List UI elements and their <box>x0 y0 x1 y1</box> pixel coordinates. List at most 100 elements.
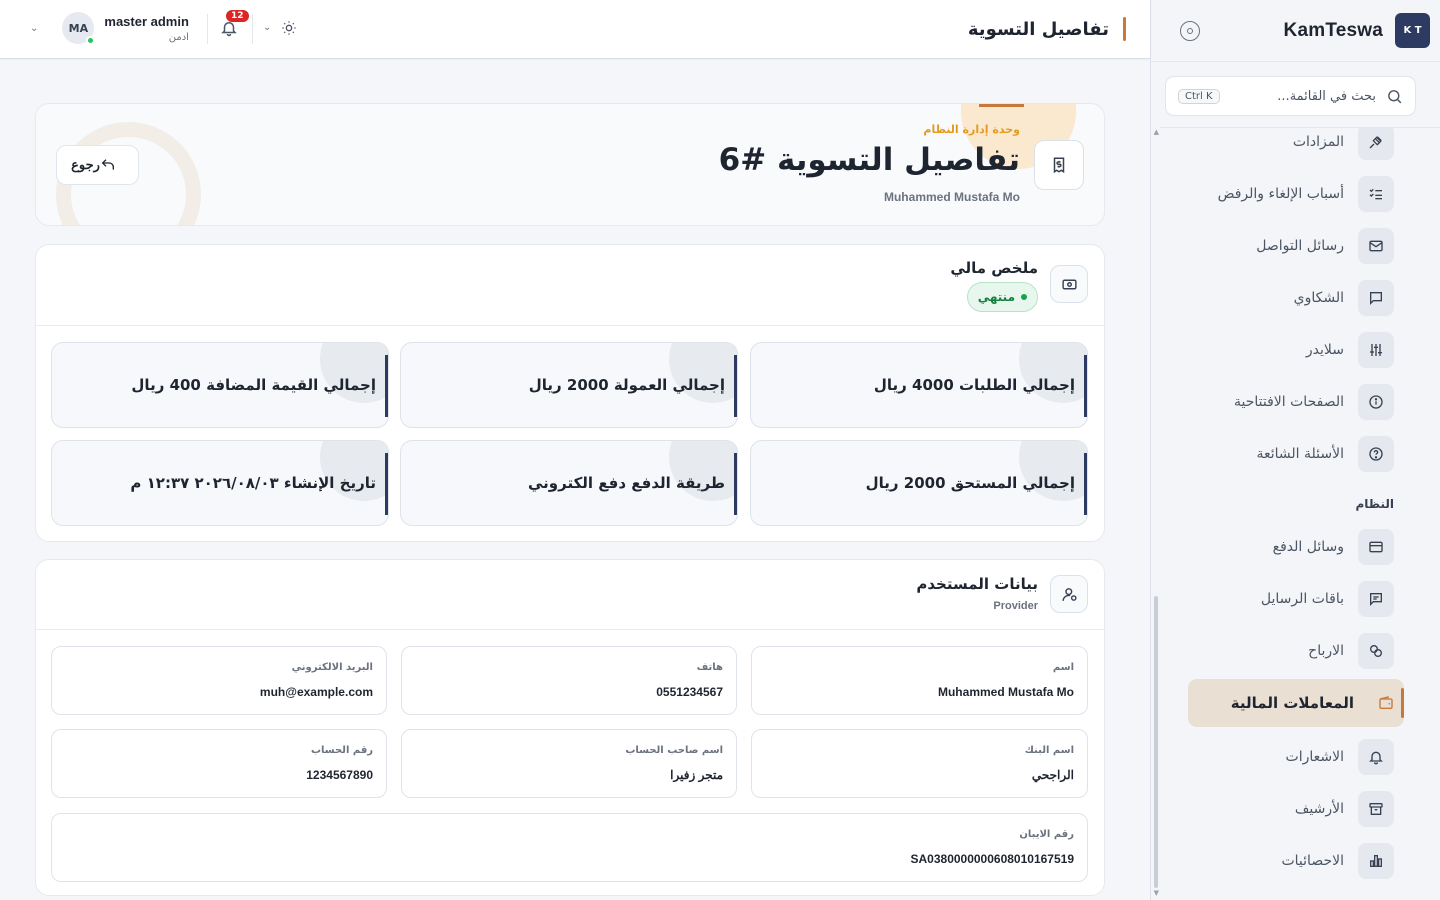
sidebar-item-onboarding[interactable]: الصفحات الافتتاحية <box>1178 379 1394 425</box>
field-value: SA0380000000608010167519 <box>910 852 1075 866</box>
sidebar-item-label: أسباب الإلغاء والرفض <box>1217 186 1344 202</box>
stat-text: إجمالي المستحق 2000 ريال <box>865 474 1075 492</box>
message-square-icon <box>1358 280 1394 316</box>
module-label: وحدة إدارة النظام <box>923 123 1020 136</box>
sidebar-section-system: النظام <box>1355 497 1394 511</box>
sidebar-header: K T KamTeswa <box>1150 0 1440 62</box>
stat-total-orders: إجمالي الطلبات 4000 ريال <box>750 342 1088 428</box>
back-button[interactable]: رجوع <box>56 145 139 185</box>
sidebar-item-label: المعاملات المالية <box>1230 694 1354 712</box>
sidebar-item-archive[interactable]: الأرشيف <box>1178 786 1394 832</box>
stat-text: إجمالي القيمة المضافة 400 ريال <box>131 376 376 394</box>
field-iban: رقم الايبان SA0380000000608010167519 <box>51 813 1088 882</box>
field-bank-name: اسم البنك الراجحي <box>751 729 1088 798</box>
field-label: اسم البنك <box>1024 745 1074 756</box>
field-account-holder: اسم صاحب الحساب متجر زفيرا <box>401 729 737 798</box>
status-badge: منتهي <box>966 282 1038 312</box>
sidebar: K T KamTeswa بحث في القائمة... Ctrl K ال… <box>1150 0 1440 900</box>
field-name: اسم Muhammed Mustafa Mo <box>751 646 1088 715</box>
top-header: تفاصيل التسوية ⌄ MA master admin ادمن 12… <box>0 0 1150 59</box>
sidebar-scrollbar[interactable] <box>1154 596 1158 888</box>
sidebar-item-profits[interactable]: الارباح <box>1178 628 1394 674</box>
sidebar-item-complaints[interactable]: الشكاوي <box>1178 275 1394 321</box>
field-label: رقم الحساب <box>311 745 373 756</box>
bell-icon <box>1358 739 1394 775</box>
avatar-initials: MA <box>68 21 89 35</box>
sidebar-item-label: الأسئلة الشائعة <box>1256 446 1345 462</box>
wallet-icon <box>1368 685 1404 721</box>
stat-total-due: إجمالي المستحق 2000 ريال <box>750 440 1088 526</box>
field-label: البريد الالكتروني <box>291 662 373 673</box>
settlement-title: تفاصيل التسوية #6 <box>718 142 1020 178</box>
field-account-number: رقم الحساب 1234567890 <box>51 729 387 798</box>
stat-text: إجمالي العمولة 2000 ريال <box>528 376 725 394</box>
back-button-label: رجوع <box>71 157 100 172</box>
section-header: بيانات المستخدم Provider <box>36 560 1104 630</box>
settlement-hero-card: وحدة إدارة النظام تفاصيل التسوية #6 Muha… <box>35 103 1105 226</box>
archive-icon <box>1358 791 1394 827</box>
status-text: منتهي <box>977 290 1015 304</box>
sidebar-item-slider[interactable]: سلايدر <box>1178 327 1394 373</box>
divider <box>207 14 208 44</box>
sliders-icon <box>1358 332 1394 368</box>
field-value: 0551234567 <box>656 685 723 699</box>
user-menu[interactable]: ⌄ MA master admin ادمن <box>30 12 189 45</box>
field-value: Muhammed Mustafa Mo <box>937 685 1074 699</box>
logo[interactable]: K T <box>1395 13 1430 48</box>
scroll-down-arrow-icon[interactable]: ▼ <box>1154 889 1159 897</box>
user-info-card: بيانات المستخدم Provider اسم Muhammed Mu… <box>35 559 1105 896</box>
sidebar-item-notifications[interactable]: الاشعارات <box>1178 734 1394 780</box>
help-circle-icon <box>1358 436 1394 472</box>
sidebar-item-label: الأرشيف <box>1294 801 1344 817</box>
sidebar-item-faq[interactable]: الأسئلة الشائعة <box>1178 431 1394 477</box>
theme-toggle[interactable] <box>281 20 297 36</box>
field-email: البريد الالكتروني muh@example.com <box>51 646 387 715</box>
sidebar-item-financial-transactions[interactable]: المعاملات المالية <box>1188 679 1404 727</box>
provider-name: Muhammed Mustafa Mo <box>883 190 1020 204</box>
avatar[interactable]: MA <box>62 12 96 45</box>
chevron-down-icon[interactable]: ⌄ <box>263 22 271 33</box>
scroll-up-arrow-icon[interactable]: ▲ <box>1154 128 1159 136</box>
back-arrow-icon <box>101 159 114 170</box>
user-name: master admin <box>104 13 189 29</box>
sidebar-item-payment-methods[interactable]: وسائل الدفع <box>1178 524 1394 570</box>
sidebar-item-message-packages[interactable]: باقات الرسايل <box>1178 576 1394 622</box>
sidebar-item-label: المزادات <box>1292 134 1344 150</box>
stat-total-vat: إجمالي القيمة المضافة 400 ريال <box>51 342 389 428</box>
search-input[interactable]: بحث في القائمة... <box>1220 89 1376 104</box>
sidebar-item-statistics[interactable]: الاحصائيات <box>1178 838 1394 884</box>
sidebar-item-label: سلايدر <box>1305 342 1344 358</box>
credit-card-icon <box>1358 529 1394 565</box>
sidebar-item-contact-messages[interactable]: رسائل التواصل <box>1178 223 1394 269</box>
field-label: اسم صاحب الحساب <box>625 745 723 756</box>
user-role-label: Provider <box>993 600 1038 612</box>
sidebar-item-label: الشكاوي <box>1293 290 1344 306</box>
collapse-sidebar-icon[interactable] <box>1180 21 1200 41</box>
stat-text: طريقة الدفع دفع الكتروني <box>527 474 725 492</box>
checklist-icon <box>1358 176 1394 212</box>
coins-icon <box>1358 633 1394 669</box>
sidebar-search[interactable]: بحث في القائمة... Ctrl K <box>1165 76 1416 116</box>
sidebar-item-label: الارباح <box>1308 643 1344 659</box>
sidebar-item-label: رسائل التواصل <box>1256 238 1344 254</box>
search-shortcut: Ctrl K <box>1178 88 1220 104</box>
notifications-badge: 12 <box>226 10 249 22</box>
sidebar-item-label: باقات الرسايل <box>1260 591 1344 607</box>
divider <box>252 14 253 44</box>
bar-chart-icon <box>1358 843 1394 879</box>
field-label: هاتف <box>696 662 723 673</box>
page-title-text: تفاصيل التسوية <box>967 18 1109 40</box>
page-title: تفاصيل التسوية <box>968 17 1126 41</box>
sidebar-item-cancel-reasons[interactable]: أسباب الإلغاء والرفض <box>1178 171 1394 217</box>
section-title: بيانات المستخدم <box>916 575 1038 593</box>
field-value: muh@example.com <box>259 685 373 699</box>
search-icon <box>1388 89 1402 103</box>
accent-line <box>979 104 1024 107</box>
logo-text-top: K T <box>1403 25 1422 36</box>
field-label: رقم الايبان <box>1019 829 1074 840</box>
stat-total-commission: إجمالي العمولة 2000 ريال <box>400 342 738 428</box>
sidebar-item-label: الصفحات الافتتاحية <box>1234 394 1344 410</box>
sidebar-item-auctions[interactable]: المزادات <box>1178 128 1394 165</box>
field-phone: هاتف 0551234567 <box>401 646 737 715</box>
user-info: master admin ادمن <box>104 14 189 43</box>
